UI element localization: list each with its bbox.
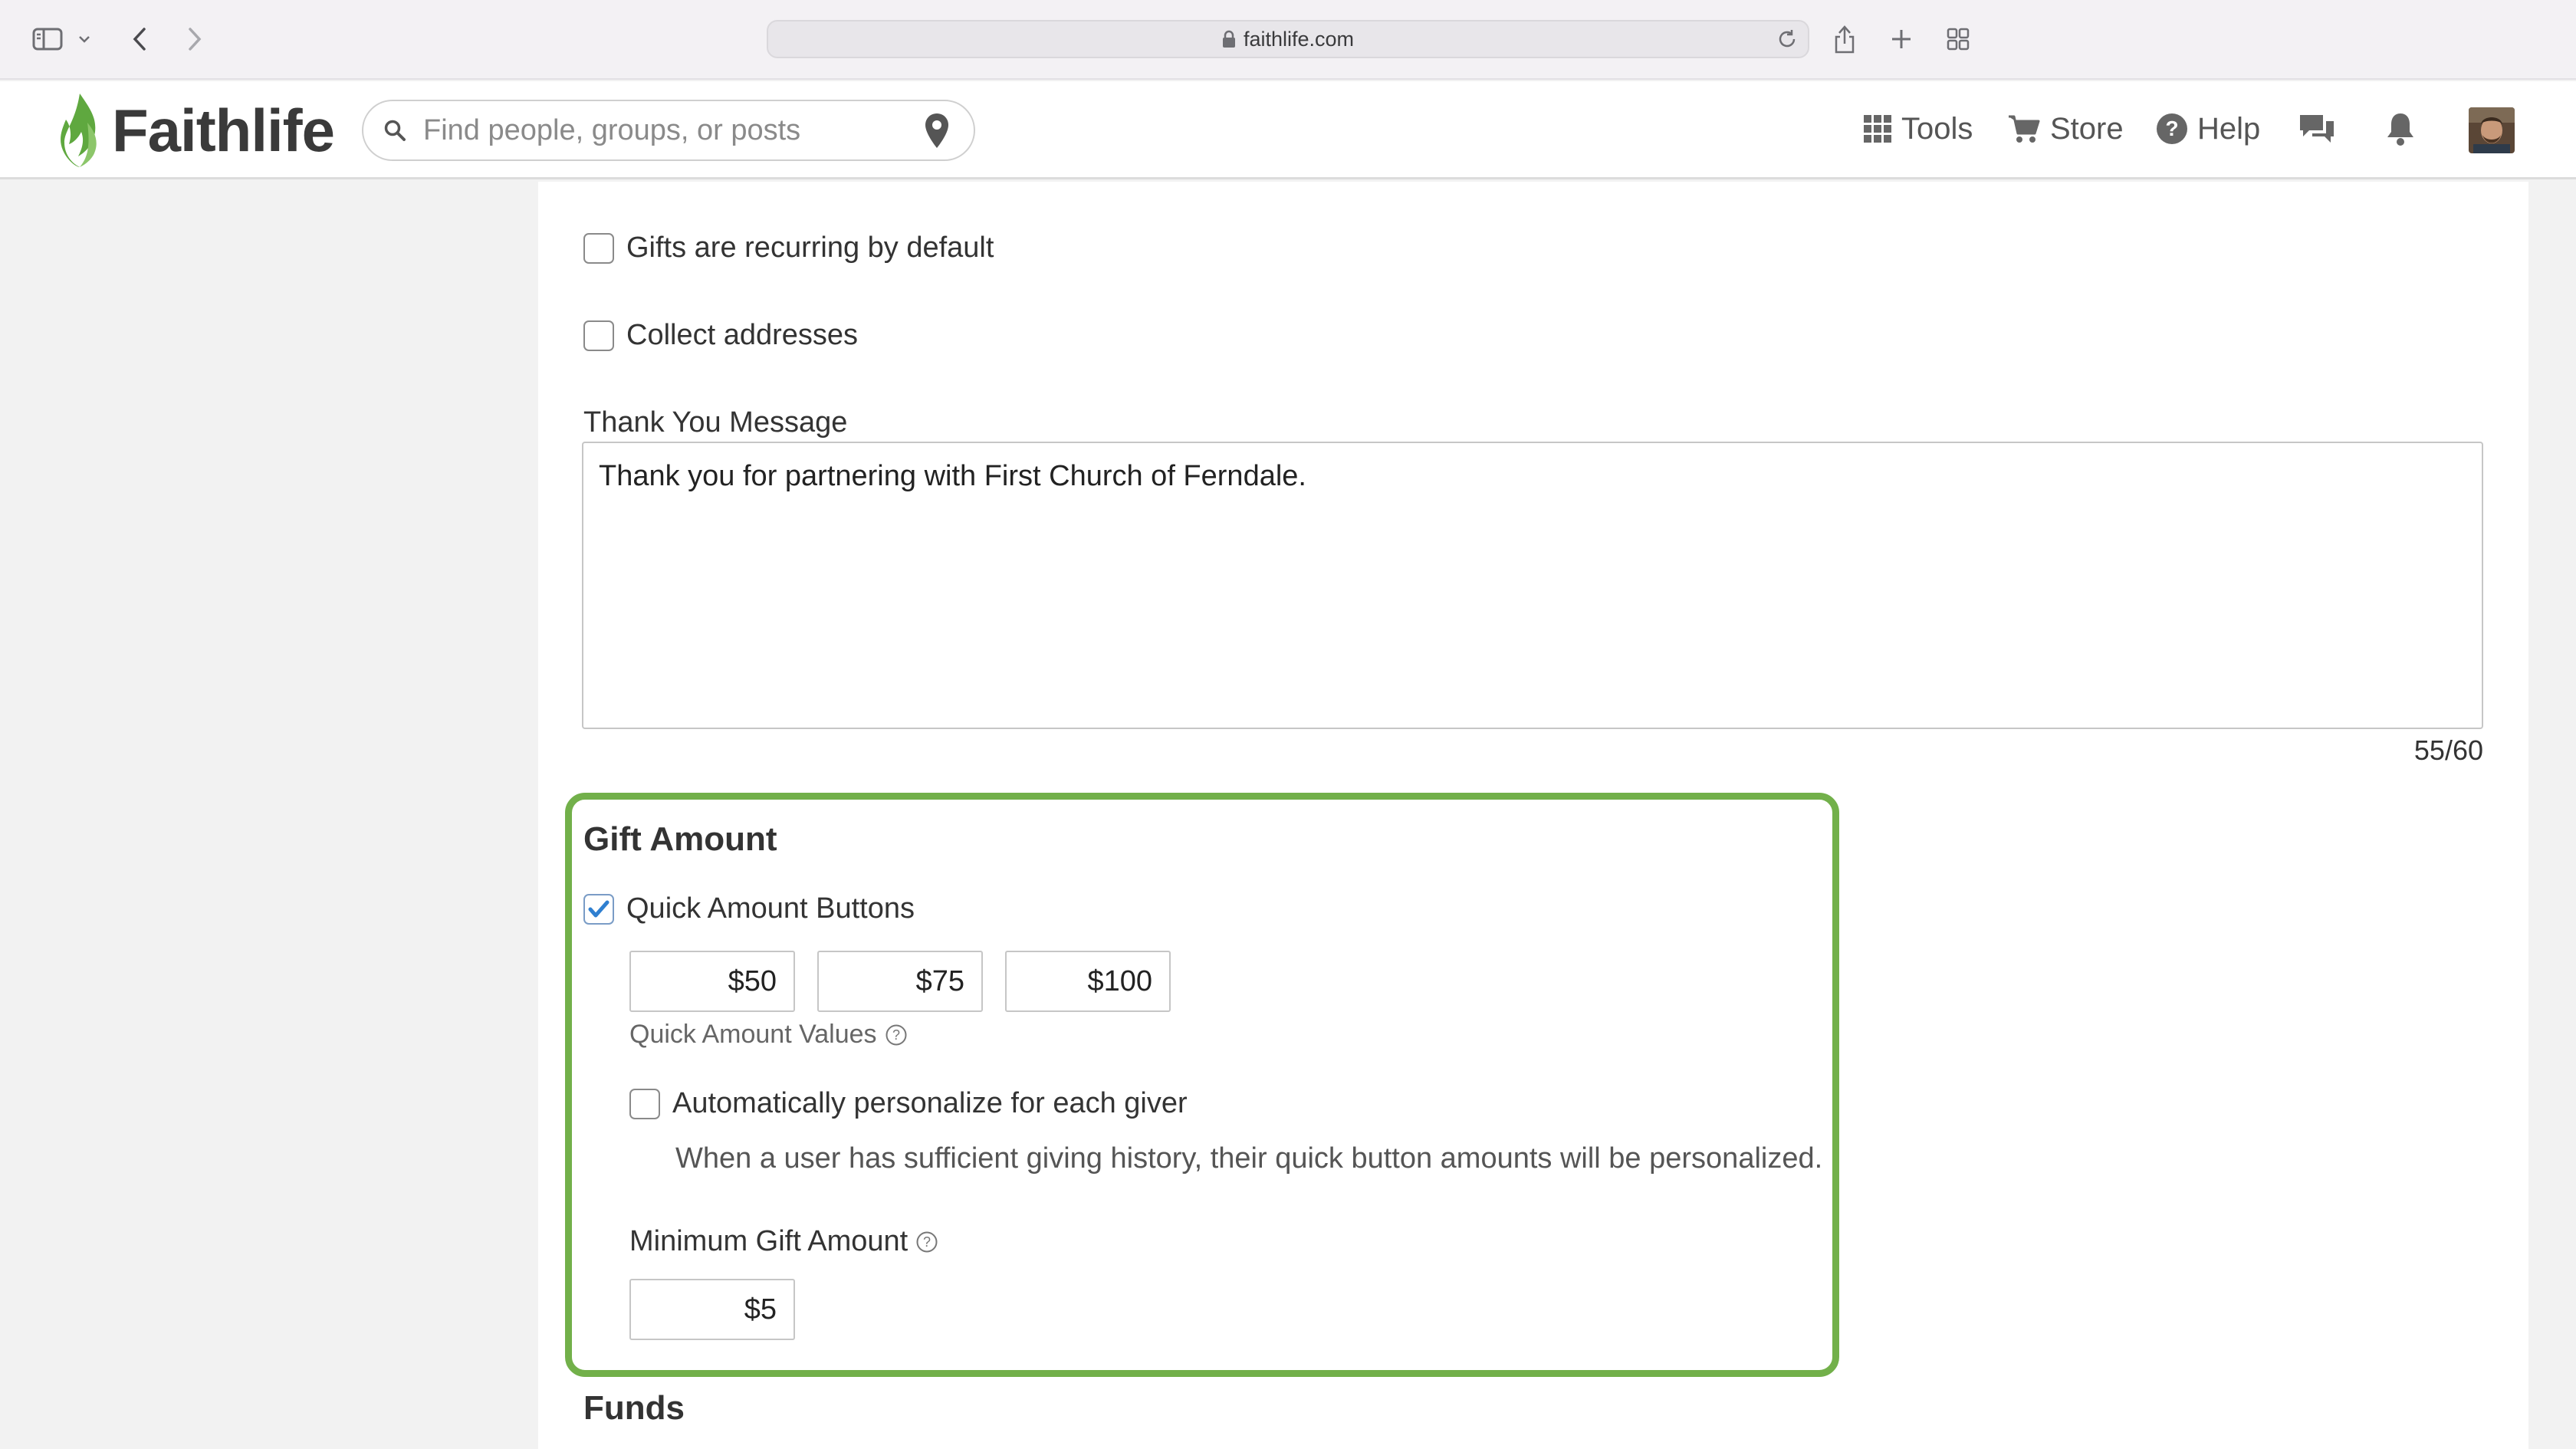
quick-amount-input-1[interactable]: $50 [629, 951, 795, 1012]
tools-menu[interactable]: Tools [1863, 104, 1973, 153]
logo-text: Faithlife [112, 96, 335, 164]
collect-addresses-label: Collect addresses [626, 319, 859, 351]
tab-overview-icon[interactable] [1941, 20, 1975, 58]
gift-amount-title: Gift Amount [583, 820, 777, 858]
help-icon[interactable]: ? [915, 1230, 938, 1254]
grid-icon [1863, 114, 1892, 143]
help-icon[interactable]: ? [885, 1024, 908, 1046]
reload-icon[interactable] [1776, 28, 1799, 51]
gifts-recurring-label: Gifts are recurring by default [626, 232, 994, 264]
checkmark-icon [588, 900, 610, 917]
minimum-gift-label: Minimum Gift Amount ? [629, 1225, 938, 1258]
svg-text:?: ? [892, 1027, 900, 1043]
share-icon[interactable] [1828, 20, 1861, 58]
forward-icon[interactable] [179, 20, 210, 58]
address-bar[interactable]: faithlife.com [767, 20, 1809, 58]
collect-addresses-option[interactable]: Collect addresses [583, 319, 858, 352]
quick-amount-values-label: Quick Amount Values ? [629, 1020, 908, 1050]
avatar[interactable] [2469, 107, 2515, 153]
help-circle-icon: ? [2156, 113, 2188, 145]
location-pin-icon[interactable] [923, 112, 951, 150]
tools-label: Tools [1901, 111, 1973, 146]
chevron-down-icon[interactable] [75, 20, 94, 58]
thank-you-message-field[interactable]: Thank you for partnering with First Chur… [582, 442, 2483, 729]
notifications-button[interactable] [2384, 104, 2426, 153]
store-menu[interactable]: Store [2007, 104, 2124, 153]
help-label: Help [2197, 111, 2261, 146]
store-label: Store [2050, 111, 2124, 146]
quick-amount-buttons-checkbox[interactable] [583, 893, 614, 925]
faithlife-logo[interactable]: Faithlife [57, 90, 335, 170]
new-tab-icon[interactable] [1884, 20, 1918, 58]
app-header: Faithlife Tools Store ? Help [0, 81, 2576, 179]
flame-logo-icon [61, 94, 97, 167]
personalize-label: Automatically personalize for each giver [672, 1087, 1188, 1119]
search-input[interactable] [423, 113, 883, 147]
browser-toolbar: faithlife.com [0, 0, 2576, 80]
quick-amount-values-text: Quick Amount Values [629, 1020, 877, 1049]
gifts-recurring-checkbox[interactable] [583, 232, 614, 264]
lock-icon [1222, 30, 1236, 48]
messages-button[interactable] [2297, 104, 2346, 153]
gifts-recurring-option[interactable]: Gifts are recurring by default [583, 232, 994, 264]
quick-amount-input-3[interactable]: $100 [1005, 951, 1171, 1012]
quick-amount-input-2[interactable]: $75 [817, 951, 983, 1012]
svg-text:?: ? [2165, 117, 2178, 140]
collect-addresses-checkbox[interactable] [583, 320, 614, 351]
back-icon[interactable] [124, 20, 155, 58]
search-icon [383, 119, 406, 142]
url-text: faithlife.com [1243, 27, 1355, 51]
minimum-gift-text: Minimum Gift Amount [629, 1225, 909, 1257]
funds-title: Funds [583, 1389, 685, 1427]
personalize-checkbox[interactable] [629, 1088, 660, 1119]
svg-text:?: ? [923, 1234, 931, 1250]
character-counter: 55/60 [2413, 734, 2483, 766]
personalize-description: When a user has sufficient giving histor… [675, 1142, 1823, 1175]
cart-icon [2007, 113, 2041, 144]
minimum-gift-input[interactable]: $5 [629, 1279, 795, 1340]
quick-amount-buttons-option[interactable]: Quick Amount Buttons [583, 892, 915, 925]
quick-amount-buttons-label: Quick Amount Buttons [626, 892, 915, 925]
sidebar-toggle-icon[interactable] [31, 20, 64, 58]
personalize-option[interactable]: Automatically personalize for each giver [629, 1087, 1188, 1120]
chat-bubbles-icon [2297, 112, 2337, 146]
bell-icon [2384, 111, 2417, 146]
search-bar[interactable] [362, 100, 975, 161]
thank-you-label: Thank You Message [583, 406, 848, 439]
help-menu[interactable]: ? Help [2156, 104, 2260, 153]
